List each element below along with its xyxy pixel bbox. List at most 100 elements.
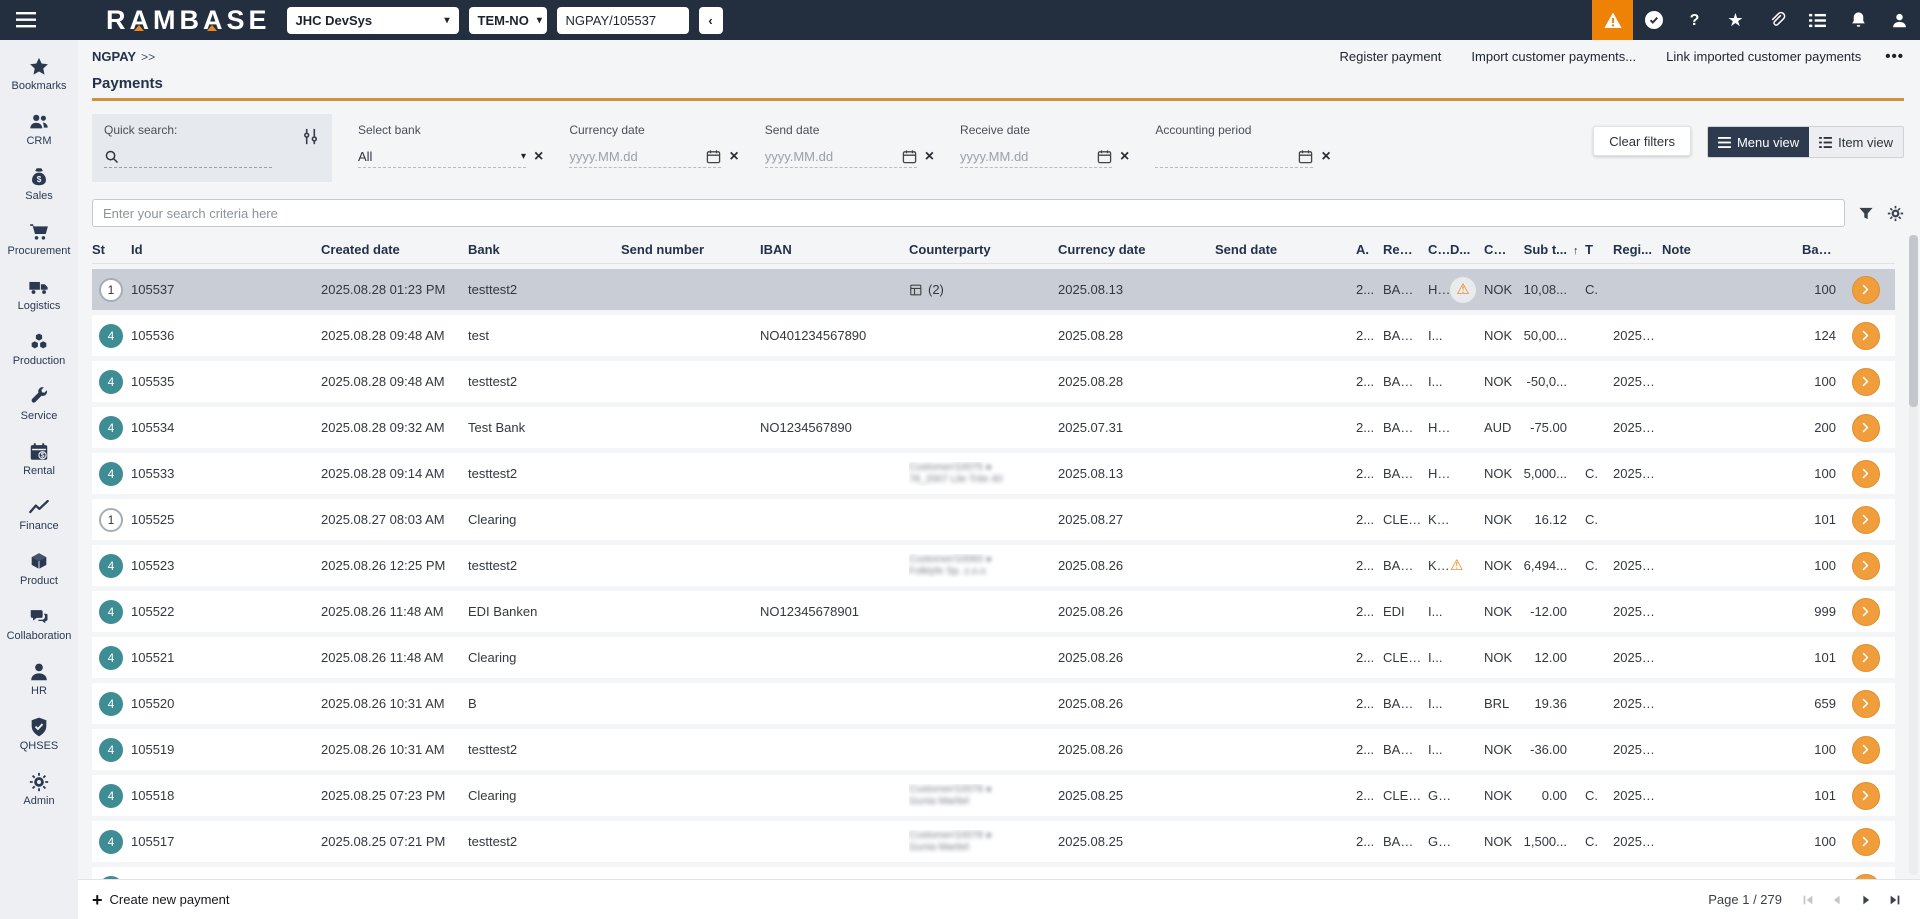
table-settings-button[interactable] [1887,205,1904,222]
column-header-sub-total[interactable]: Sub t... [1519,242,1573,257]
open-payment-button[interactable] [1851,459,1880,488]
sidebar-item-sales[interactable]: $ Sales [0,156,78,211]
open-payment-button[interactable] [1851,321,1880,350]
search-criteria-input[interactable] [92,199,1845,227]
clear-receive-date-button[interactable]: × [1120,149,1129,165]
menu-hamburger-button[interactable] [0,0,52,40]
payment-row[interactable]: 4 105536 2025.08.28 09:48 AM test NO40123456… [92,315,1895,356]
topbar-notifications-button[interactable] [1838,0,1879,40]
payment-row[interactable]: 4 105518 2025.08.25 07:23 PM Clearing Custom… [92,775,1895,816]
last-page-button[interactable] [1884,889,1906,911]
calendar-icon[interactable] [706,149,721,164]
rambase-logo[interactable]: R A MB A SE [106,6,271,34]
calendar-icon[interactable] [1298,149,1313,164]
import-customer-payments-link[interactable]: Import customer payments... [1471,49,1636,64]
company-select[interactable]: TEM-NO ▾ [468,6,547,34]
column-header-send-number[interactable]: Send number [621,242,760,257]
send-date-input[interactable]: yyyy.MM.dd [764,146,917,168]
topbar-approval-button[interactable] [1633,0,1674,40]
payment-row[interactable]: 4 105533 2025.08.28 09:14 AM testtest2 Custo… [92,453,1895,494]
sidebar-item-hr[interactable]: HR [0,651,78,706]
currency-date-input[interactable]: yyyy.MM.dd [569,146,722,168]
next-page-button[interactable] [1855,889,1877,911]
column-header-currency[interactable]: Cur... [1484,242,1519,257]
open-payment-button[interactable] [1851,781,1880,810]
open-payment-button[interactable] [1851,735,1880,764]
advanced-filters-button[interactable] [301,127,320,146]
open-payment-button[interactable] [1851,505,1880,534]
topbar-tasks-button[interactable] [1797,0,1838,40]
calendar-icon[interactable] [902,149,917,164]
object-locator-input[interactable]: NGPAY/105537 [556,6,689,34]
sidebar-item-admin[interactable]: Admin [0,761,78,816]
more-actions-button[interactable]: ••• [1885,48,1904,65]
clear-accounting-period-button[interactable]: × [1321,149,1330,165]
column-header-d[interactable]: D... [1450,242,1484,257]
column-header-send-date[interactable]: Send date [1215,242,1356,257]
clear-send-date-button[interactable]: × [925,149,934,165]
link-imported-customer-payments-link[interactable]: Link imported customer payments [1666,49,1861,64]
filter-funnel-button[interactable] [1858,206,1874,221]
open-payment-button[interactable] [1851,827,1880,856]
sidebar-item-finance[interactable]: Finance [0,486,78,541]
receive-date-input[interactable]: yyyy.MM.dd [960,146,1113,168]
sidebar-item-rental[interactable]: $ Rental [0,431,78,486]
column-header-counterparty[interactable]: Counterparty [909,242,1058,257]
payment-row[interactable]: 4 105523 2025.08.26 12:25 PM testtest2 Custo… [92,545,1895,586]
open-payment-button[interactable] [1851,597,1880,626]
clear-filters-button[interactable]: Clear filters [1593,126,1691,156]
vertical-scrollbar[interactable] [1909,235,1918,875]
sidebar-item-qhses[interactable]: QHSES [0,706,78,761]
open-payment-button[interactable] [1851,643,1880,672]
sidebar-item-procurement[interactable]: Procurement [0,211,78,266]
breadcrumb[interactable]: NGPAY >> [92,49,155,64]
payment-row[interactable]: 4 105517 2025.08.25 07:21 PM testtest2 Custo… [92,821,1895,862]
open-payment-button[interactable] [1851,367,1880,396]
column-header-note[interactable]: Note [1662,242,1802,257]
topbar-alert-button[interactable] [1592,0,1633,40]
sidebar-item-logistics[interactable]: Logistics [0,266,78,321]
previous-page-button[interactable] [1826,889,1848,911]
calendar-icon[interactable] [1097,149,1112,164]
payment-row[interactable]: 4 105534 2025.08.28 09:32 AM Test Bank NO123… [92,407,1895,448]
topbar-attachments-button[interactable] [1756,0,1797,40]
column-header-bank[interactable]: Bank [468,242,621,257]
payment-row[interactable]: 4 105522 2025.08.26 11:48 AM EDI Banken NO12… [92,591,1895,632]
payment-row[interactable]: 4 105519 2025.08.26 10:31 AM testtest2 2025.… [92,729,1895,770]
column-header-iban[interactable]: IBAN [760,242,909,257]
column-header-created-date[interactable]: Created date [321,242,468,257]
sidebar-item-service[interactable]: Service [0,376,78,431]
payment-row[interactable]: 4 105520 2025.08.26 10:31 AM B 2025.08.26 2..… [92,683,1895,724]
open-payment-button[interactable] [1851,689,1880,718]
sidebar-item-production[interactable]: Production [0,321,78,376]
payment-row[interactable]: 1 105525 2025.08.27 08:03 AM Clearing 2025.0… [92,499,1895,540]
quick-search-input[interactable] [104,146,272,168]
accounting-period-input[interactable] [1155,146,1314,168]
sidebar-item-crm[interactable]: CRM [0,101,78,156]
scrollbar-thumb[interactable] [1909,235,1918,407]
menu-view-button[interactable]: Menu view [1707,127,1810,157]
register-payment-link[interactable]: Register payment [1340,49,1442,64]
column-header-a[interactable]: A. [1356,242,1383,257]
first-page-button[interactable] [1797,889,1819,911]
open-payment-button[interactable] [1851,275,1880,304]
system-select[interactable]: JHC DevSys ▾ [286,6,459,34]
column-header-remittance[interactable]: Remi... [1383,242,1428,257]
column-header-bank-account[interactable]: Ban... [1802,242,1842,257]
sidebar-item-product[interactable]: Product [0,541,78,596]
column-header-t[interactable]: T [1585,242,1613,257]
item-view-button[interactable]: Item view [1809,127,1903,157]
column-header-id[interactable]: Id [131,242,321,257]
column-header-currency-date[interactable]: Currency date [1058,242,1215,257]
column-header-registered[interactable]: Regi... [1613,242,1662,257]
column-header-st[interactable]: St [92,242,131,257]
topbar-help-button[interactable]: ? [1674,0,1715,40]
payment-row[interactable]: 1 105537 2025.08.28 01:23 PM testtest2 (2) 20… [92,269,1895,310]
open-payment-button[interactable] [1851,413,1880,442]
clear-currency-date-button[interactable]: × [729,149,738,165]
select-bank-dropdown[interactable]: All ▾ [358,146,526,168]
sidebar-item-collaboration[interactable]: Collaboration [0,596,78,651]
payment-row[interactable]: 4 105521 2025.08.26 11:48 AM Clearing 2025.0… [92,637,1895,678]
topbar-favorites-button[interactable]: ★ [1715,0,1756,40]
sidebar-item-bookmarks[interactable]: Bookmarks [0,46,78,101]
